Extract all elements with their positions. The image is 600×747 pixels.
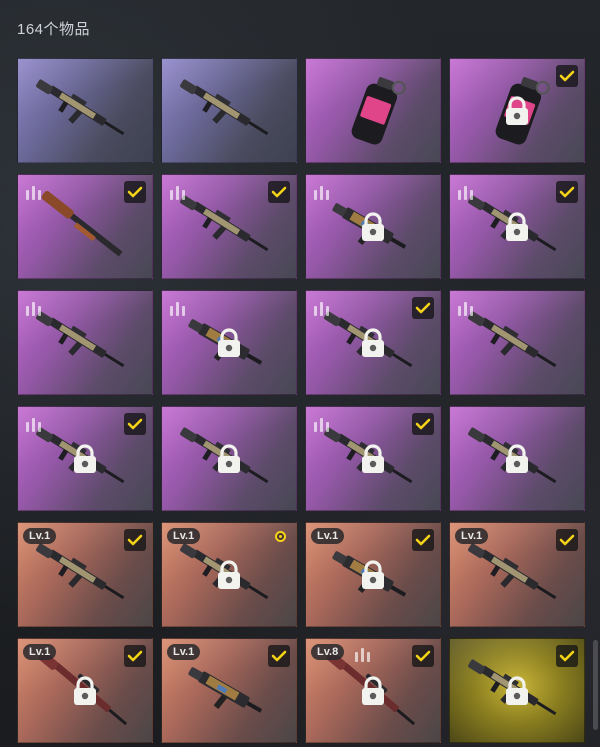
tier-bars-icon — [313, 184, 331, 200]
inventory-item-card[interactable]: Lv.1 — [17, 522, 153, 627]
inventory-item-card[interactable] — [449, 174, 585, 279]
inventory-item-card[interactable] — [305, 406, 441, 511]
tier-bars-icon — [313, 300, 331, 316]
inventory-item-card[interactable]: Lv.8 — [305, 638, 441, 743]
checkmark-icon[interactable] — [124, 181, 146, 203]
tier-bars-icon — [169, 300, 187, 316]
inventory-item-card[interactable]: Lv.1 — [305, 522, 441, 627]
checkmark-icon[interactable] — [268, 645, 290, 667]
tier-bars-icon — [169, 184, 187, 200]
checkmark-icon[interactable] — [556, 529, 578, 551]
lock-icon — [72, 675, 98, 706]
lock-icon — [216, 443, 242, 474]
inventory-item-card[interactable] — [161, 290, 297, 395]
lock-icon — [360, 211, 386, 242]
inventory-item-card[interactable] — [17, 290, 153, 395]
checkmark-icon[interactable] — [412, 413, 434, 435]
tier-bars-icon — [354, 646, 372, 662]
inventory-item-card[interactable] — [449, 406, 585, 511]
inventory-item-card[interactable] — [161, 58, 297, 163]
item-count-label: 164个物品 — [17, 21, 91, 38]
checkmark-icon[interactable] — [412, 645, 434, 667]
checkmark-icon[interactable] — [124, 413, 146, 435]
tier-bars-icon — [25, 416, 43, 432]
level-badge: Lv.1 — [23, 528, 57, 544]
inventory-item-card[interactable]: Lv.1 — [449, 522, 585, 627]
level-badge: Lv.1 — [23, 644, 57, 660]
assault-rifle-icon — [180, 79, 269, 136]
scrollbar[interactable] — [593, 640, 598, 730]
tier-bars-icon — [25, 184, 43, 200]
inventory-item-card[interactable] — [17, 406, 153, 511]
inventory-item-card[interactable] — [305, 174, 441, 279]
inventory-item-card[interactable]: Lv.1 — [161, 638, 297, 743]
level-badge: Lv.1 — [311, 528, 345, 544]
lock-icon — [504, 211, 530, 242]
checkmark-icon[interactable] — [412, 529, 434, 551]
checkmark-icon[interactable] — [124, 529, 146, 551]
lock-icon — [504, 443, 530, 474]
inventory-item-card[interactable] — [449, 638, 585, 743]
inventory-item-card[interactable] — [17, 174, 153, 279]
tier-bars-icon — [25, 300, 43, 316]
tier-bars-icon — [313, 416, 331, 432]
inventory-item-card[interactable] — [161, 406, 297, 511]
checkmark-icon[interactable] — [556, 181, 578, 203]
inventory-item-card[interactable]: Lv.1 — [17, 638, 153, 743]
checkmark-icon[interactable] — [268, 181, 290, 203]
inventory-item-card[interactable]: Lv.1 — [161, 522, 297, 627]
inventory-grid: Lv.1 Lv.1 Lv.1 Lv.1 Lv.1 Lv.1 Lv.8 — [17, 58, 585, 743]
lock-icon — [504, 95, 530, 126]
lock-icon — [72, 443, 98, 474]
tier-bars-icon — [457, 300, 475, 316]
checkmark-icon[interactable] — [412, 297, 434, 319]
lock-icon — [360, 443, 386, 474]
level-badge: Lv.1 — [455, 528, 489, 544]
lock-icon — [360, 675, 386, 706]
level-badge: Lv.1 — [167, 644, 201, 660]
inventory-item-card[interactable] — [305, 290, 441, 395]
grenade-icon — [351, 77, 406, 145]
lock-icon — [360, 559, 386, 590]
inventory-item-card[interactable] — [449, 58, 585, 163]
lock-icon — [504, 675, 530, 706]
checkmark-icon[interactable] — [124, 645, 146, 667]
checkmark-icon[interactable] — [556, 65, 578, 87]
lock-icon — [360, 327, 386, 358]
inventory-item-card[interactable] — [17, 58, 153, 163]
inventory-item-card[interactable] — [449, 290, 585, 395]
level-badge: Lv.8 — [311, 644, 345, 660]
inventory-item-card[interactable] — [161, 174, 297, 279]
tier-bars-icon — [457, 184, 475, 200]
assault-rifle-icon — [36, 79, 125, 136]
radio-dot-icon[interactable] — [275, 531, 286, 542]
level-badge: Lv.1 — [167, 528, 201, 544]
inventory-item-card[interactable] — [305, 58, 441, 163]
lock-icon — [216, 327, 242, 358]
lock-icon — [216, 559, 242, 590]
checkmark-icon[interactable] — [556, 645, 578, 667]
